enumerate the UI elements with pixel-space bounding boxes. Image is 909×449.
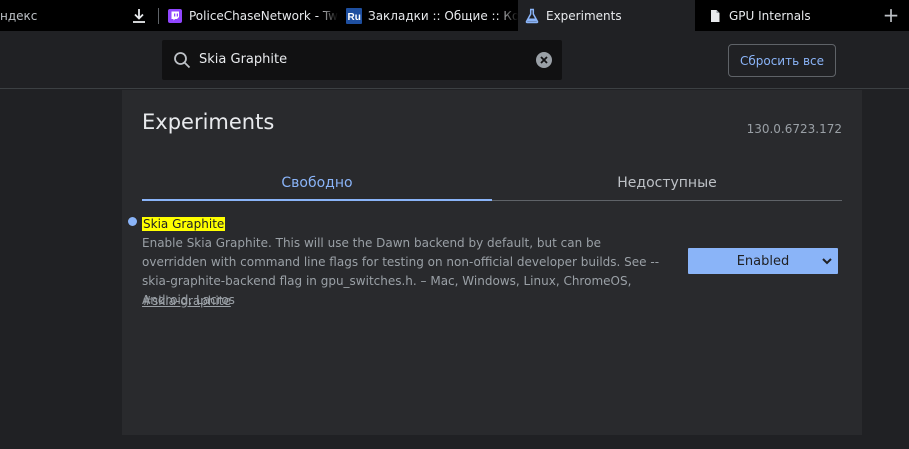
document-icon bbox=[707, 8, 723, 24]
version-label: 130.0.6723.172 bbox=[746, 122, 842, 136]
experiment-item: Skia Graphite Enable Skia Graphite. This… bbox=[128, 213, 842, 308]
tab-label: Experiments bbox=[546, 8, 622, 23]
tab-strip: ндекс PoliceChaseNetwork - Twitch Ru Зак… bbox=[0, 0, 909, 31]
tab-label: Закладки :: Общие :: Компьютер bbox=[368, 8, 518, 23]
tab-gpu-internals[interactable]: GPU Internals bbox=[700, 0, 870, 31]
page-header: Skia Graphite Сбросить все bbox=[0, 31, 909, 89]
select-value: Enabled bbox=[736, 253, 790, 269]
download-icon[interactable] bbox=[130, 7, 148, 25]
chevron-down-icon bbox=[821, 255, 833, 267]
reset-all-button[interactable]: Сбросить все bbox=[728, 44, 836, 77]
experiment-state-select[interactable]: Enabled bbox=[688, 248, 838, 274]
tab-separator bbox=[158, 8, 159, 24]
twitch-favicon bbox=[167, 8, 183, 24]
experiments-tabs: Свободно Недоступные bbox=[142, 165, 842, 201]
new-tab-button[interactable]: + bbox=[880, 5, 902, 27]
tab-twitch[interactable]: PoliceChaseNetwork - Twitch bbox=[160, 0, 338, 31]
tab-label: PoliceChaseNetwork - Twitch bbox=[189, 8, 338, 23]
modified-dot bbox=[128, 217, 137, 226]
tab-label: GPU Internals bbox=[729, 8, 811, 23]
experiment-permalink[interactable]: #skia-graphite bbox=[142, 294, 231, 308]
experiments-panel: Experiments 130.0.6723.172 Свободно Недо… bbox=[122, 90, 862, 435]
tab-bookmarks[interactable]: Ru Закладки :: Общие :: Компьютер bbox=[340, 0, 518, 31]
tab-unavailable[interactable]: Недоступные bbox=[492, 165, 842, 201]
active-tab-indicator bbox=[142, 199, 492, 201]
tab-fade bbox=[318, 0, 338, 31]
tab-label: ндекс bbox=[0, 8, 38, 23]
search-icon bbox=[173, 51, 191, 69]
page-title: Experiments bbox=[142, 110, 275, 134]
svg-text:Ru: Ru bbox=[348, 12, 361, 23]
tab-available[interactable]: Свободно bbox=[142, 165, 492, 201]
tab-fade bbox=[498, 0, 518, 31]
clear-icon[interactable] bbox=[536, 52, 552, 68]
tab-experiments[interactable]: Experiments bbox=[518, 0, 695, 31]
flask-icon bbox=[524, 8, 540, 24]
search-box[interactable]: Skia Graphite bbox=[162, 40, 562, 80]
search-input[interactable]: Skia Graphite bbox=[199, 52, 287, 67]
ru-favicon: Ru bbox=[346, 7, 362, 24]
tab-yandex[interactable]: ндекс bbox=[0, 0, 156, 31]
experiment-name: Skia Graphite bbox=[142, 217, 226, 231]
